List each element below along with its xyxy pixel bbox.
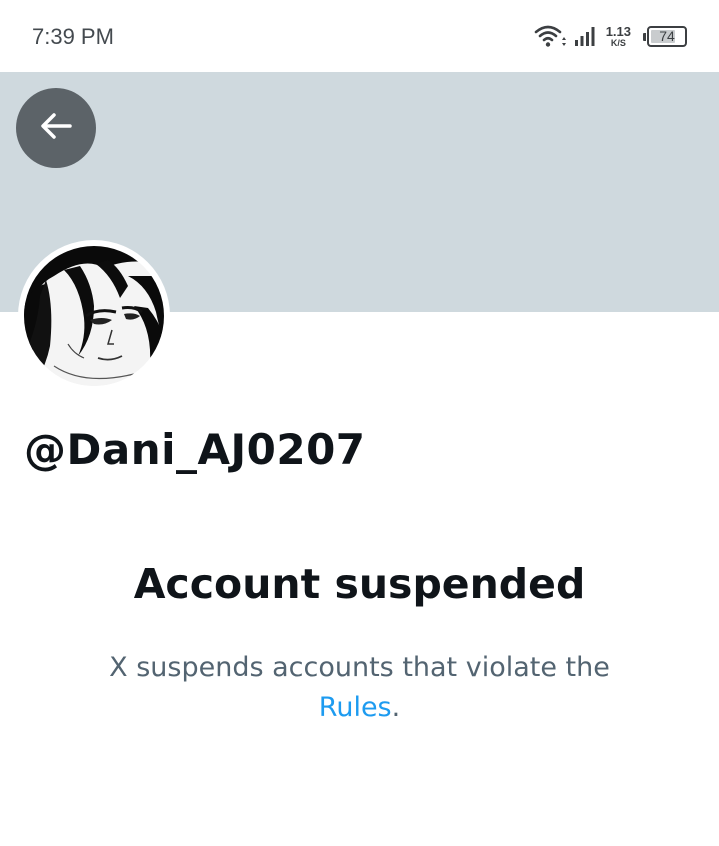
- suspended-description-text: X suspends accounts that violate the: [109, 652, 610, 683]
- battery-level: 74: [659, 28, 675, 44]
- suspended-description: X suspends accounts that violate the Rul…: [80, 648, 639, 728]
- profile-handle: @Dani_AJ0207: [24, 425, 366, 474]
- network-speed: 1.13 K/S: [606, 25, 631, 48]
- status-time: 7:39 PM: [32, 24, 114, 49]
- wifi-icon: [534, 23, 566, 49]
- avatar[interactable]: [18, 240, 170, 392]
- rules-link[interactable]: Rules: [319, 692, 392, 723]
- arrow-left-icon: [38, 108, 74, 149]
- status-bar: 7:39 PM 1.13 K/S 74: [0, 0, 719, 72]
- suspended-title: Account suspended: [133, 560, 586, 608]
- signal-icon: [574, 25, 596, 47]
- battery-icon: 74: [643, 25, 687, 47]
- network-speed-unit: K/S: [610, 37, 626, 48]
- network-speed-value: 1.13: [605, 23, 631, 39]
- back-button[interactable]: [16, 88, 96, 168]
- status-icons: 1.13 K/S 74: [534, 22, 687, 50]
- avatar-image: [24, 246, 164, 386]
- description-period: .: [391, 692, 401, 723]
